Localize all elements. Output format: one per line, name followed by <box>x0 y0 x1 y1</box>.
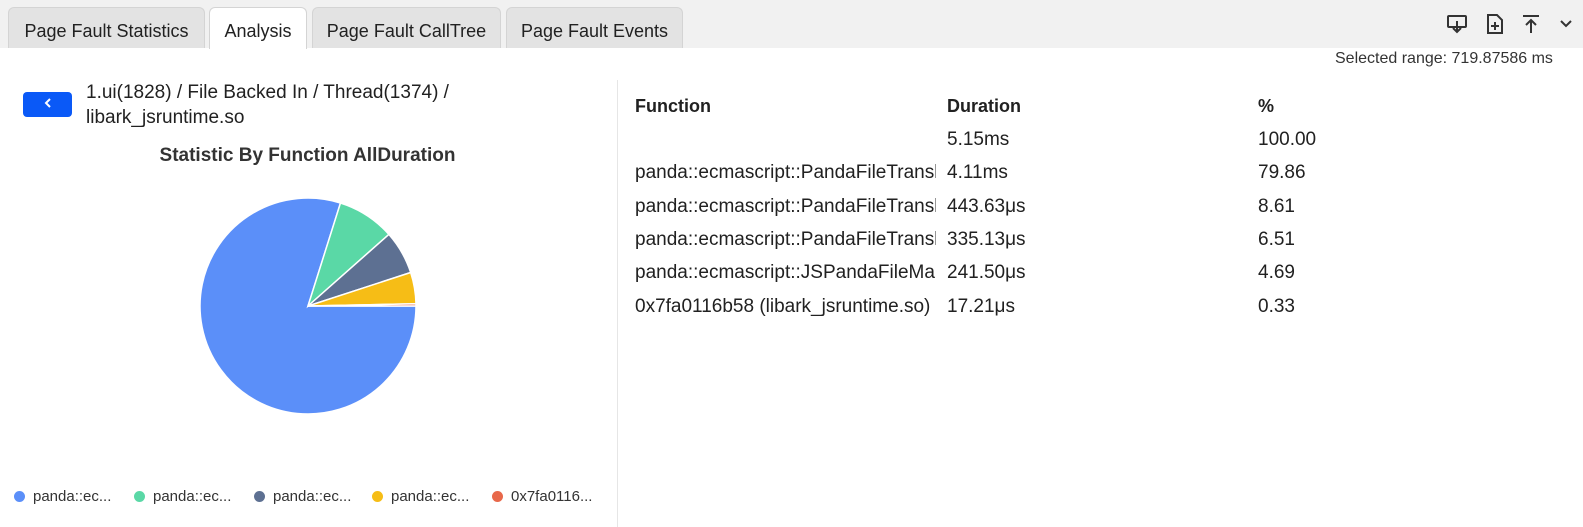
panel-divider <box>617 80 618 527</box>
tab-bar: Page Fault Statistics Analysis Page Faul… <box>0 0 1583 49</box>
legend-label: 0x7fa0116... <box>511 488 593 505</box>
percent-cell: 0.33 <box>1258 296 1295 317</box>
percent-cell: 6.51 <box>1258 229 1295 250</box>
function-cell: 0x7fa0116b58 (libark_jsruntime.so) <box>635 296 931 317</box>
tab-page-fault-statistics[interactable]: Page Fault Statistics <box>8 7 205 48</box>
download-icon[interactable] <box>1445 12 1469 36</box>
duration-cell: 4.11ms <box>947 162 1008 183</box>
legend-dot <box>492 491 503 502</box>
legend-item[interactable]: panda::ec... <box>14 487 111 507</box>
duration-cell: 335.13μs <box>947 229 1026 250</box>
legend-dot <box>372 491 383 502</box>
function-cell: panda::ecmascript::PandaFileTranslator <box>635 196 936 217</box>
legend-dot <box>134 491 145 502</box>
legend-item[interactable]: panda::ec... <box>134 487 231 507</box>
function-cell: panda::ecmascript::PandaFileTranslator <box>635 229 936 250</box>
table-row[interactable]: panda::ecmascript::JSPandaFileManager 24… <box>635 260 1535 293</box>
duration-cell: 17.21μs <box>947 296 1015 317</box>
duration-cell: 443.63μs <box>947 196 1026 217</box>
legend-item[interactable]: panda::ec... <box>372 487 469 507</box>
file-add-icon[interactable] <box>1483 12 1507 36</box>
legend-dot <box>14 491 25 502</box>
chart-legend: panda::ec... panda::ec... panda::ec... p… <box>14 487 614 509</box>
legend-dot <box>254 491 265 502</box>
column-header-percent[interactable]: % <box>1258 96 1274 117</box>
function-cell: panda::ecmascript::JSPandaFileManager <box>635 262 936 283</box>
chart-title: Statistic By Function AllDuration <box>159 145 456 166</box>
legend-label: panda::ec... <box>273 488 352 505</box>
duration-cell: 5.15ms <box>947 129 1010 150</box>
table-row[interactable]: panda::ecmascript::PandaFileTranslator 4… <box>635 194 1535 227</box>
table-row[interactable]: 0x7fa0116b58 (libark_jsruntime.so) 17.21… <box>635 294 1535 327</box>
column-header-duration[interactable]: Duration <box>947 96 1021 117</box>
table-row[interactable]: panda::ecmascript::PandaFileTranslator 3… <box>635 227 1535 260</box>
table-row[interactable]: 5.15ms 100.00 <box>635 127 1535 160</box>
breadcrumb: 1.ui(1828) / File Backed In / Thread(137… <box>86 82 449 128</box>
chevron-down-icon[interactable] <box>1556 12 1576 36</box>
legend-label: panda::ec... <box>33 488 112 505</box>
percent-cell: 100.00 <box>1258 129 1317 150</box>
tab-analysis[interactable]: Analysis <box>209 7 307 49</box>
percent-cell: 4.69 <box>1258 262 1295 283</box>
legend-item[interactable]: panda::ec... <box>254 487 351 507</box>
upload-icon[interactable] <box>1519 12 1543 36</box>
percent-cell: 8.61 <box>1258 196 1295 217</box>
tab-page-fault-events[interactable]: Page Fault Events <box>506 7 683 48</box>
tab-page-fault-calltree[interactable]: Page Fault CallTree <box>312 7 501 48</box>
selected-range-label: Selected range: 719.87586 ms <box>1335 50 1553 67</box>
function-cell: panda::ecmascript::PandaFileTranslator <box>635 162 936 183</box>
back-button[interactable] <box>23 92 72 117</box>
chevron-left-icon <box>42 96 54 114</box>
pie-chart <box>199 197 417 415</box>
legend-item[interactable]: 0x7fa0116... <box>492 487 592 507</box>
table-row[interactable]: panda::ecmascript::PandaFileTranslator 4… <box>635 160 1535 193</box>
column-header-function[interactable]: Function <box>635 96 711 117</box>
legend-label: panda::ec... <box>153 488 232 505</box>
legend-label: panda::ec... <box>391 488 470 505</box>
duration-cell: 241.50μs <box>947 262 1026 283</box>
percent-cell: 79.86 <box>1258 162 1306 183</box>
